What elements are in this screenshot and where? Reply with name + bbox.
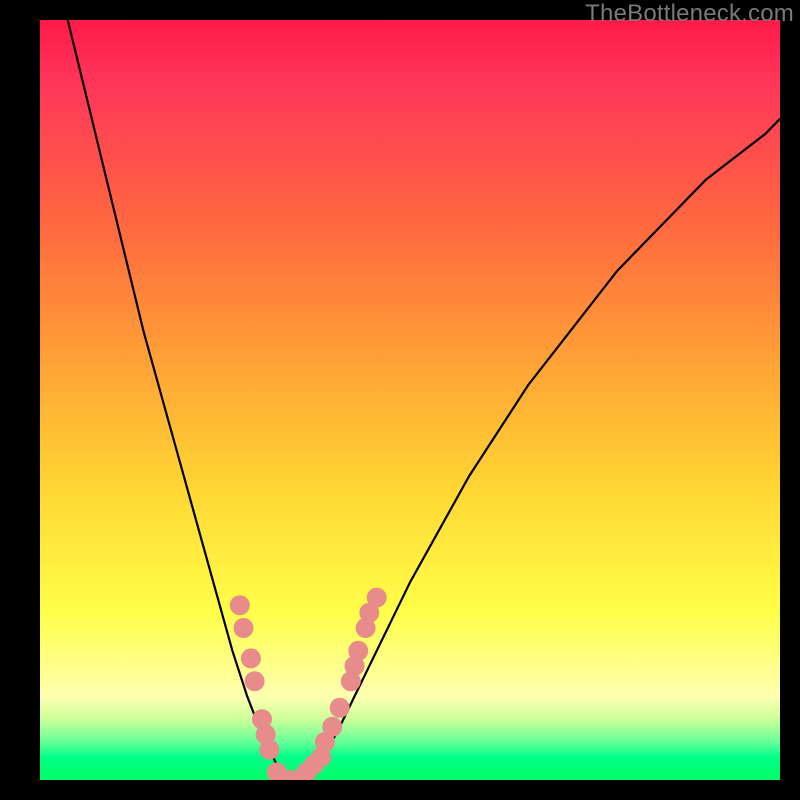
bottleneck-curve <box>40 20 780 780</box>
data-marker <box>330 698 350 718</box>
data-marker <box>245 671 265 691</box>
data-marker <box>234 618 254 638</box>
chart-frame: TheBottleneck.com <box>0 0 800 800</box>
data-marker <box>230 595 250 615</box>
plot-area <box>40 20 780 780</box>
watermark-text: TheBottleneck.com <box>585 0 794 28</box>
data-marker <box>348 641 368 661</box>
data-marker <box>259 740 279 760</box>
data-marker <box>322 717 342 737</box>
data-marker <box>367 588 387 608</box>
data-marker <box>241 648 261 668</box>
curve-layer <box>40 20 780 780</box>
